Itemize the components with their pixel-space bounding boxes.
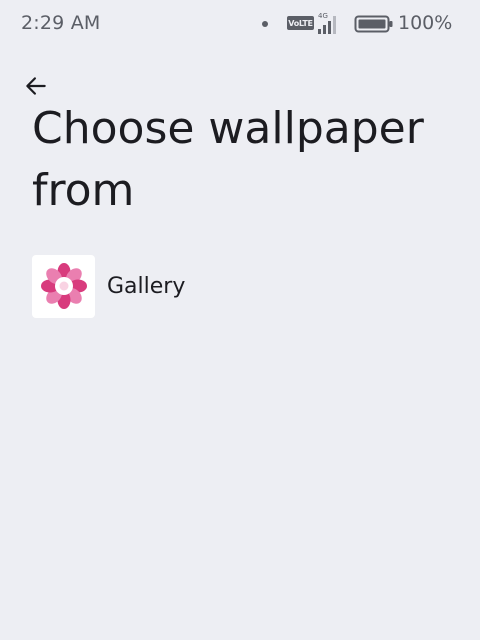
signal-strength-icon: 4G — [318, 12, 336, 34]
status-bar: 2:29 AM VoLTE 4G 100% — [0, 0, 480, 48]
page-title: Choose wallpaper from — [32, 103, 424, 216]
status-time: 2:29 AM — [21, 12, 101, 34]
battery-icon — [354, 15, 393, 33]
source-item-gallery[interactable]: Gallery — [28, 250, 452, 322]
notification-dot-icon — [262, 21, 268, 27]
network-type-label: 4G — [318, 12, 328, 20]
source-item-label: Gallery — [107, 273, 186, 299]
battery-percent: 100% — [398, 12, 453, 34]
gallery-flower-icon — [40, 263, 87, 309]
gallery-app-icon-tile — [32, 254, 95, 318]
back-arrow-icon — [26, 77, 46, 95]
volte-icon: VoLTE — [287, 16, 314, 30]
